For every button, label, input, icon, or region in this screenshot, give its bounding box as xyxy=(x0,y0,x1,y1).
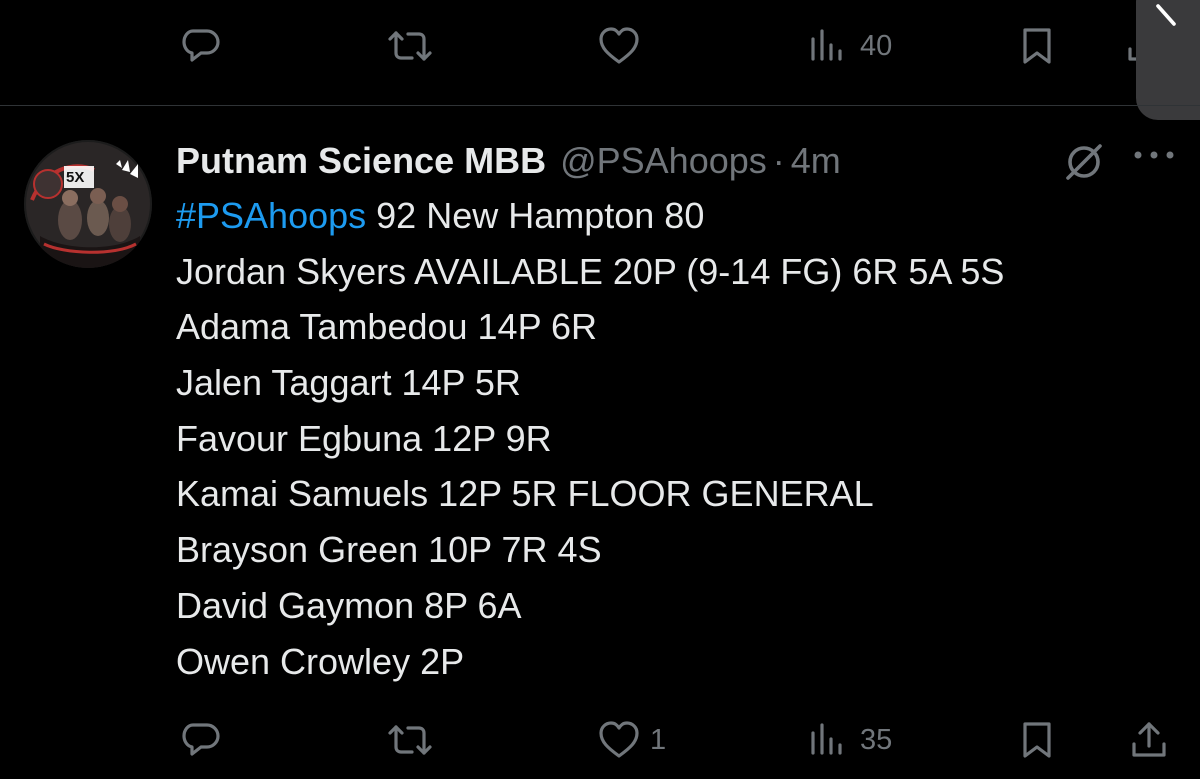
heart-icon xyxy=(599,721,639,758)
retweet-button[interactable] xyxy=(385,16,435,76)
tweet-line: Owen Crowley 2P xyxy=(176,640,465,682)
tweet-line: David Gaymon 8P 6A xyxy=(176,584,522,626)
share-button[interactable] xyxy=(1128,710,1170,770)
close-icon[interactable] xyxy=(1152,0,1192,40)
previous-tweet-action-bar: 40 xyxy=(0,16,1200,76)
hashtag-link[interactable]: #PSAhoops xyxy=(176,195,366,236)
bookmark-button[interactable] xyxy=(1020,710,1054,770)
tweet-line: Favour Egbuna 12P 9R xyxy=(176,417,552,459)
timestamp[interactable]: 4m xyxy=(791,140,841,182)
tweet-line: Adama Tambedou 14P 6R xyxy=(176,306,597,348)
like-button[interactable]: 1 xyxy=(598,710,666,770)
reply-icon xyxy=(182,29,220,62)
separator-dot: · xyxy=(772,140,785,181)
views-count: 35 xyxy=(860,723,893,756)
more-icon[interactable] xyxy=(1132,148,1176,162)
tweet-line-score: #PSAhoops 92 New Hampton 80 xyxy=(176,188,1166,244)
views-button[interactable]: 35 xyxy=(808,710,892,770)
heart-icon xyxy=(599,27,639,64)
svg-text:5X: 5X xyxy=(66,169,84,186)
bookmark-icon xyxy=(1023,28,1051,64)
tweet-action-bar: 1 35 xyxy=(0,710,1200,770)
retweet-icon xyxy=(388,31,432,61)
display-name[interactable]: Putnam Science MBB xyxy=(176,140,546,182)
avatar[interactable]: 5X xyxy=(24,140,152,268)
tweet-line: Jordan Skyers AVAILABLE 20P (9-14 FG) 6R… xyxy=(176,250,1005,292)
tweet-text: #PSAhoops 92 New Hampton 80 Jordan Skyer… xyxy=(176,188,1166,689)
reply-button[interactable] xyxy=(180,16,222,76)
tweet-divider xyxy=(0,105,1200,106)
retweet-button[interactable] xyxy=(385,710,435,770)
tweet: Putnam Science MBB @PSAhoops · 4m #PSAho… xyxy=(176,134,1174,689)
share-icon xyxy=(1132,722,1166,757)
scroll-handle[interactable] xyxy=(1136,0,1200,120)
user-handle[interactable]: @PSAhoops xyxy=(560,140,767,182)
views-button[interactable]: 40 xyxy=(808,16,892,76)
bookmark-icon xyxy=(1023,722,1051,758)
like-button[interactable] xyxy=(598,16,640,76)
retweet-icon xyxy=(388,725,432,755)
grok-icon[interactable] xyxy=(1062,140,1106,184)
tweet-line: Brayson Green 10P 7R 4S xyxy=(176,529,602,571)
reply-button[interactable] xyxy=(180,710,222,770)
team-logo-icon: 5X xyxy=(24,140,152,268)
tweet-header: Putnam Science MBB @PSAhoops · 4m xyxy=(176,134,1174,188)
bookmark-button[interactable] xyxy=(1020,16,1054,76)
views-icon xyxy=(811,723,842,755)
tweet-line: Jalen Taggart 14P 5R xyxy=(176,362,521,404)
reply-icon xyxy=(182,723,220,756)
likes-count: 1 xyxy=(650,723,667,756)
views-icon xyxy=(811,29,842,61)
tweet-line: Kamai Samuels 12P 5R FLOOR GENERAL xyxy=(176,473,874,515)
views-count: 40 xyxy=(860,29,893,62)
score-text: 92 New Hampton 80 xyxy=(366,195,705,236)
